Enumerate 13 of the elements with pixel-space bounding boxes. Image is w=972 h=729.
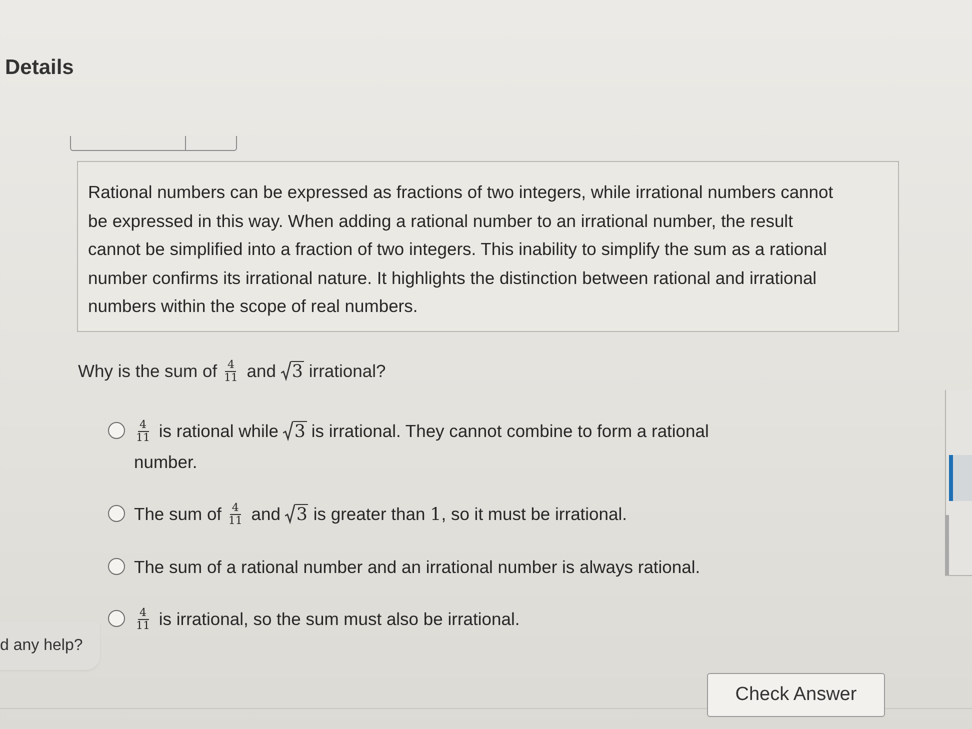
help-text[interactable]: d any help? [0,637,83,655]
radical-sign-icon [283,420,294,440]
radical-sign-icon [280,360,291,380]
radical-sign-icon [285,504,296,524]
radio-button[interactable] [108,422,125,438]
explanation-text: Rational numbers can be expressed as fractions of two integers, while irrational numbers cannot be expressed in this way. When adding a rational number to an irrational number, the result cannot be simplified into a fraction of two integers. This inability to simplify the sum as a rational number confirms its irrational nature. It highlights the distinction between rational and irrational numbers within the scope of real numbers. [88,181,834,318]
check-answer-button[interactable]: Check Answer [707,673,885,717]
section-heading: Details [5,56,75,80]
option-label[interactable]: The sum of a rational number and an irrational number is always rational. [134,552,700,582]
side-tab-bar [945,515,949,575]
radio-button[interactable] [108,504,125,522]
radio-button[interactable] [108,610,125,626]
radio-button[interactable] [108,558,125,574]
